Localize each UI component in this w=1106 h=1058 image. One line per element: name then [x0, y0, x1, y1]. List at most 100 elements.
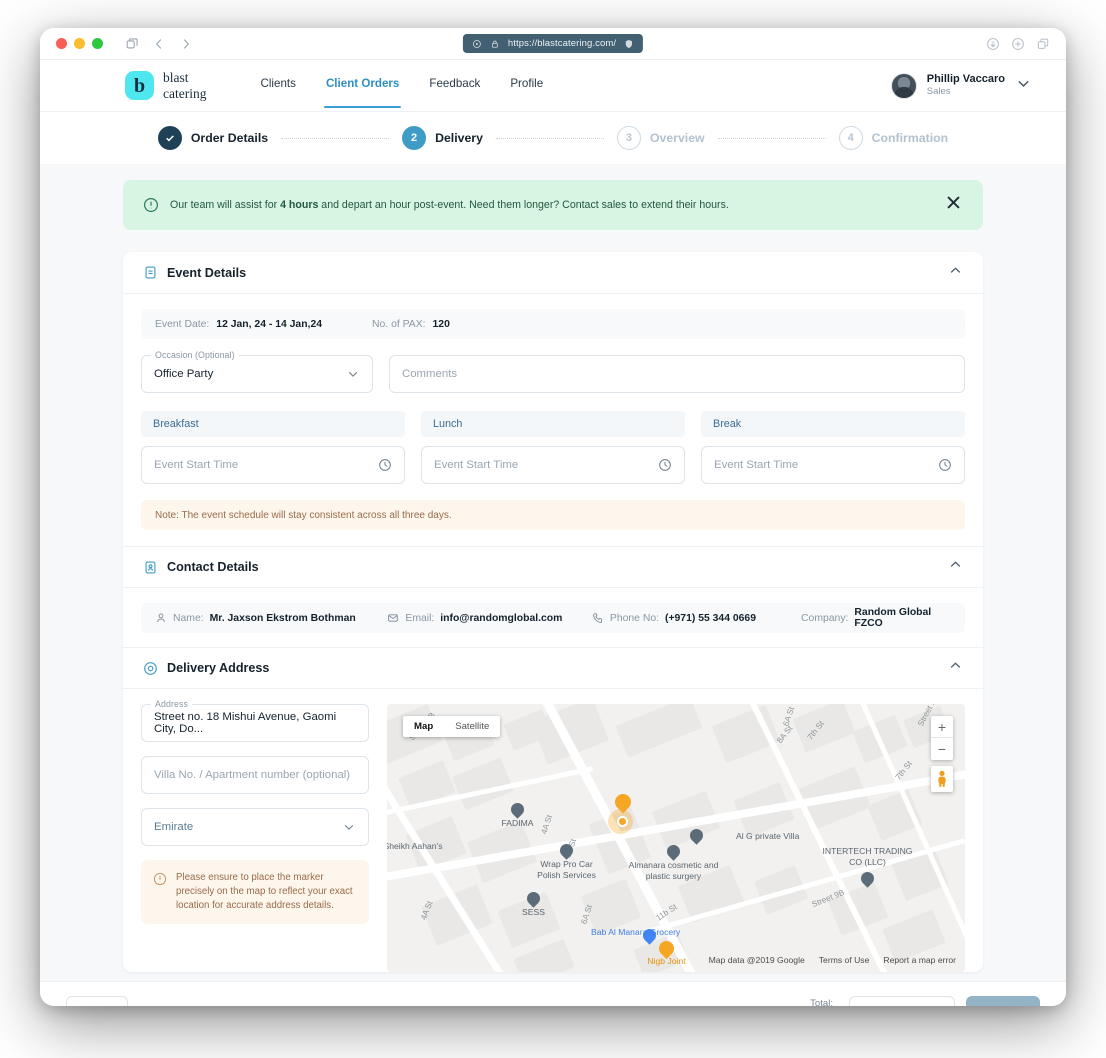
- tabs-icon[interactable]: [125, 37, 139, 51]
- location-pin-icon: [143, 661, 158, 676]
- event-details-header[interactable]: Event Details: [123, 252, 983, 294]
- emirate-select[interactable]: Emirate: [141, 808, 369, 846]
- copy-icon[interactable]: [1036, 37, 1050, 51]
- nav-item-feedback[interactable]: Feedback: [429, 77, 480, 94]
- contact-card-icon: [143, 560, 158, 575]
- collapse-delivery-address-icon[interactable]: [948, 658, 963, 678]
- selected-location-marker[interactable]: [615, 794, 631, 810]
- close-window-button[interactable]: [56, 38, 67, 49]
- clock-icon[interactable]: [378, 458, 392, 472]
- map-poi-label: Bab Al Manara Grocery: [591, 927, 680, 938]
- villa-placeholder: Villa No. / Apartment number (optional): [154, 769, 350, 781]
- contact-company-label: Company:: [801, 613, 848, 624]
- street-label: 7th St: [894, 759, 914, 781]
- main-nav: Clients Client Orders Feedback Profile: [260, 77, 543, 94]
- map-pin-icon: [508, 800, 526, 818]
- chevron-down-icon[interactable]: [342, 820, 356, 834]
- street-label: 4A St: [539, 814, 554, 835]
- map-poi-label: Al G private Villa: [736, 831, 799, 842]
- step-1-bubble: [158, 126, 182, 150]
- meal-break-label: Break: [701, 411, 965, 437]
- break-time-input[interactable]: Event Start Time: [701, 446, 965, 484]
- map-poi-marker[interactable]: Nigb Joint: [659, 941, 674, 956]
- emirate-placeholder: Emirate: [154, 821, 193, 833]
- location-map[interactable]: Map Satellite + −: [387, 704, 965, 972]
- contact-email-value: info@randomglobal.com: [440, 613, 562, 624]
- street-view-pegman[interactable]: [931, 766, 953, 792]
- report-map-error-link[interactable]: Report a map error: [883, 955, 956, 965]
- add-icon[interactable]: [1011, 37, 1025, 51]
- close-banner-button[interactable]: [944, 193, 963, 217]
- map-zoom-controls[interactable]: + −: [931, 716, 953, 760]
- map-poi-marker[interactable]: SESS: [527, 892, 540, 905]
- check-icon: [164, 132, 176, 144]
- next-button[interactable]: Next: [966, 996, 1040, 1007]
- terms-of-use-link[interactable]: Terms of Use: [819, 955, 870, 965]
- reader-icon[interactable]: [472, 39, 482, 49]
- save-for-later-button[interactable]: Save for Later: [849, 996, 955, 1007]
- step-delivery[interactable]: 2 Delivery: [402, 126, 483, 150]
- contact-email-item: Email: info@randomglobal.com: [387, 612, 592, 624]
- page-body: Our team will assist for 4 hours and dep…: [40, 164, 1066, 981]
- event-details-body: Event Date: 12 Jan, 24 - 14 Jan,24 No. o…: [123, 294, 983, 546]
- address-input[interactable]: Address Street no. 18 Mishui Avenue, Gao…: [141, 704, 369, 742]
- map-poi-marker[interactable]: Almanara cosmetic and plastic surgery: [667, 845, 680, 858]
- address-bar[interactable]: https://blastcatering.com/: [463, 34, 643, 53]
- nav-item-profile[interactable]: Profile: [510, 77, 543, 94]
- lunch-time-input[interactable]: Event Start Time: [421, 446, 685, 484]
- step-2-bubble: 2: [402, 126, 426, 150]
- nav-item-client-orders[interactable]: Client Orders: [326, 77, 399, 94]
- delivery-address-header[interactable]: Delivery Address: [123, 647, 983, 689]
- contact-details-header[interactable]: Contact Details: [123, 546, 983, 588]
- contact-email-label: Email:: [405, 613, 434, 624]
- comments-input[interactable]: Comments: [389, 355, 965, 393]
- step-order-details[interactable]: Order Details: [158, 126, 268, 150]
- user-menu[interactable]: Phillip Vaccaro Sales: [891, 73, 1032, 99]
- chevron-down-icon[interactable]: [1015, 75, 1032, 97]
- step-connector-1: [281, 138, 389, 139]
- comments-placeholder: Comments: [402, 368, 457, 380]
- map-poi-marker[interactable]: Wrap Pro Car Polish Services: [560, 844, 573, 857]
- chevron-down-icon[interactable]: [346, 367, 360, 381]
- lock-icon: [490, 39, 500, 49]
- map-zoom-in-button[interactable]: +: [931, 716, 953, 738]
- contact-details-title: Contact Details: [167, 560, 939, 574]
- pegman-icon: [935, 770, 949, 788]
- breakfast-time-placeholder: Event Start Time: [154, 459, 238, 471]
- map-type-toggle[interactable]: Map Satellite: [403, 716, 500, 737]
- brand-logo[interactable]: b blast catering: [125, 70, 206, 100]
- step-overview[interactable]: 3 Overview: [617, 126, 705, 150]
- minimize-window-button[interactable]: [74, 38, 85, 49]
- map-zoom-out-button[interactable]: −: [931, 738, 953, 760]
- download-icon[interactable]: [986, 37, 1000, 51]
- clock-icon[interactable]: [938, 458, 952, 472]
- nav-item-clients[interactable]: Clients: [260, 77, 295, 94]
- contact-phone-item: Phone No: (+971) 55 344 0669: [592, 612, 801, 624]
- map-poi-marker[interactable]: Al G private Villa: [690, 829, 703, 842]
- map-pin-icon: [524, 889, 542, 907]
- map-poi-marker[interactable]: INTERTECH TRADING CO (LLC): [861, 872, 874, 885]
- forward-icon[interactable]: [179, 37, 193, 51]
- map-pin-icon: [687, 826, 705, 844]
- shield-icon[interactable]: [624, 39, 634, 49]
- map-type-map[interactable]: Map: [403, 716, 444, 737]
- back-button[interactable]: Back: [66, 996, 128, 1007]
- step-1-label: Order Details: [191, 131, 268, 145]
- collapse-event-details-icon[interactable]: [948, 263, 963, 283]
- address-label: Address: [151, 699, 192, 709]
- breakfast-time-input[interactable]: Event Start Time: [141, 446, 405, 484]
- step-confirmation[interactable]: 4 Confirmation: [839, 126, 949, 150]
- clock-icon[interactable]: [658, 458, 672, 472]
- occasion-select[interactable]: Occasion (Optional) Office Party: [141, 355, 373, 393]
- window-controls[interactable]: [40, 38, 103, 49]
- back-icon[interactable]: [152, 37, 166, 51]
- villa-input[interactable]: Villa No. / Apartment number (optional): [141, 756, 369, 794]
- map-poi-marker[interactable]: Bab Al Manara Grocery: [643, 929, 656, 942]
- event-date-value: 12 Jan, 24 - 14 Jan,24: [216, 319, 322, 330]
- pax-item: No. of PAX: 120: [372, 319, 450, 330]
- collapse-contact-details-icon[interactable]: [948, 557, 963, 577]
- maximize-window-button[interactable]: [92, 38, 103, 49]
- map-poi-marker[interactable]: FADIMA: [511, 803, 524, 816]
- pax-label: No. of PAX:: [372, 319, 426, 330]
- map-type-satellite[interactable]: Satellite: [444, 716, 500, 737]
